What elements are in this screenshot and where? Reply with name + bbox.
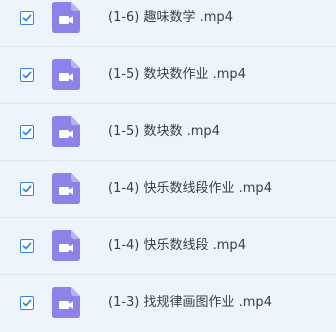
file-name[interactable]: (1-5) 数块数作业 .mp4 [108,67,246,83]
check-icon [22,14,32,22]
selection-checkbox[interactable] [20,296,34,310]
selection-checkbox[interactable] [20,11,34,25]
file-list: (1-6) 趣味数学 .mp4 (1-5) 数块数作业 .mp4 (1-5) 数… [0,0,336,318]
file-name[interactable]: (1-4) 快乐数线段 .mp4 [108,238,246,254]
video-file-icon [52,116,80,147]
video-file-icon [52,59,80,90]
video-file-icon [52,173,80,204]
check-icon [22,128,32,136]
check-icon [22,299,32,307]
file-name[interactable]: (1-6) 趣味数学 .mp4 [108,10,233,26]
file-name[interactable]: (1-4) 快乐数线段作业 .mp4 [108,181,272,197]
selection-checkbox[interactable] [20,68,34,82]
file-row[interactable]: (1-4) 快乐数线段 .mp4 [0,218,336,275]
file-row[interactable]: (1-5) 数块数 .mp4 [0,104,336,161]
file-name[interactable]: (1-5) 数块数 .mp4 [108,124,220,140]
selection-checkbox[interactable] [20,239,34,253]
selection-checkbox[interactable] [20,182,34,196]
selection-checkbox[interactable] [20,125,34,139]
file-row[interactable]: (1-4) 快乐数线段作业 .mp4 [0,161,336,218]
video-file-icon [52,287,80,318]
file-row[interactable]: (1-6) 趣味数学 .mp4 [0,0,336,47]
check-icon [22,242,32,250]
video-file-icon [52,230,80,261]
file-row[interactable]: (1-5) 数块数作业 .mp4 [0,47,336,104]
file-name[interactable]: (1-3) 找规律画图作业 .mp4 [108,295,272,311]
video-file-icon [52,2,80,33]
check-icon [22,71,32,79]
file-row[interactable]: (1-3) 找规律画图作业 .mp4 [0,275,336,332]
check-icon [22,185,32,193]
